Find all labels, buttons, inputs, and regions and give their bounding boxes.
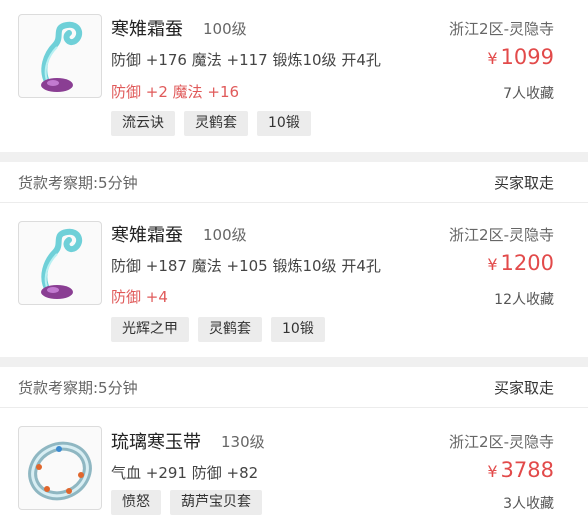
item-price: ¥1200 [487, 251, 554, 275]
item-name[interactable]: 寒雉霜蚕 [111, 15, 183, 41]
item-price: ¥3788 [487, 458, 554, 482]
tag: 灵鹤套 [184, 111, 248, 136]
item-level: 130级 [221, 433, 265, 451]
jade-belt-icon[interactable] [18, 426, 102, 510]
item-price: ¥1099 [487, 45, 554, 69]
item-extra-stats: 防御 +2 魔法 +16 [111, 83, 240, 101]
trade-status-row: 货款考察期:5分钟 买家取走 [0, 162, 588, 203]
currency-symbol: ¥ [487, 462, 498, 481]
section-divider [0, 152, 588, 162]
currency-symbol: ¥ [487, 255, 498, 274]
item-level: 100级 [203, 226, 247, 244]
payment-period-label: 货款考察期:5分钟 [18, 174, 138, 192]
price-value: 1099 [500, 45, 554, 69]
item-name[interactable]: 琉璃寒玉带 [111, 428, 201, 454]
tag: 10锻 [271, 317, 325, 342]
silkworm-icon[interactable] [18, 221, 102, 305]
item-region: 浙江2区-灵隐寺 [449, 433, 554, 451]
tag-list: 流云诀 灵鹤套 10锻 [111, 111, 311, 136]
item-extra-stats: 防御 +4 [111, 288, 168, 306]
silkworm-icon[interactable] [18, 14, 102, 98]
item-region: 浙江2区-灵隐寺 [449, 226, 554, 244]
item-stats: 气血 +291 防御 +82 [111, 464, 259, 482]
tag: 10锻 [257, 111, 311, 136]
item-name[interactable]: 寒雉霜蚕 [111, 221, 183, 247]
section-divider [0, 357, 588, 367]
tag: 愤怒 [111, 490, 161, 515]
tag-list: 愤怒 葫芦宝贝套 [111, 490, 262, 515]
tag: 光辉之甲 [111, 317, 189, 342]
trade-status-row: 货款考察期:5分钟 买家取走 [0, 367, 588, 408]
currency-symbol: ¥ [487, 49, 498, 68]
buyer-collected-label: 买家取走 [493, 379, 554, 397]
item-stats: 防御 +187 魔法 +105 锻炼10级 开4孔 [111, 257, 381, 275]
tag-list: 光辉之甲 灵鹤套 10锻 [111, 317, 325, 342]
item-level: 100级 [203, 20, 247, 38]
item-stats: 防御 +176 魔法 +117 锻炼10级 开4孔 [111, 51, 381, 69]
favorites-count: 12人收藏 [494, 292, 554, 308]
tag: 灵鹤套 [198, 317, 262, 342]
buyer-collected-label: 买家取走 [493, 174, 554, 192]
price-value: 1200 [500, 251, 554, 275]
tag: 流云诀 [111, 111, 175, 136]
item-region: 浙江2区-灵隐寺 [449, 20, 554, 38]
tag: 葫芦宝贝套 [170, 490, 262, 515]
price-value: 3788 [500, 458, 554, 482]
payment-period-label: 货款考察期:5分钟 [18, 379, 138, 397]
favorites-count: 3人收藏 [503, 496, 554, 512]
favorites-count: 7人收藏 [503, 86, 554, 102]
